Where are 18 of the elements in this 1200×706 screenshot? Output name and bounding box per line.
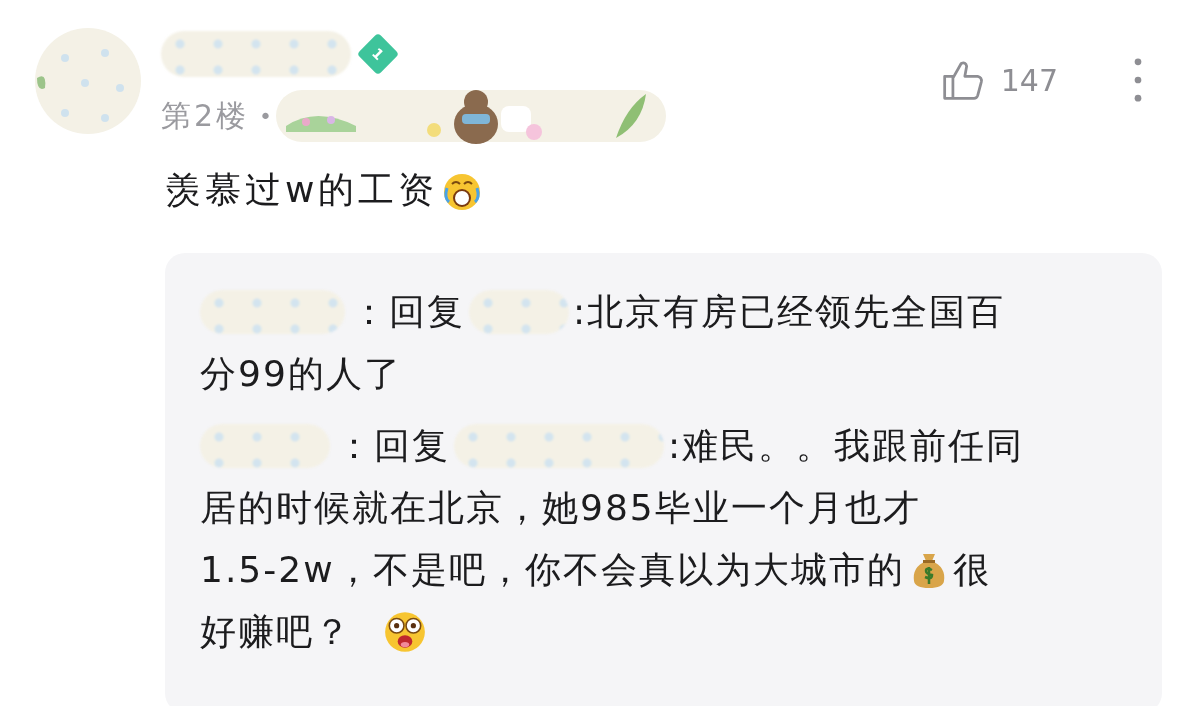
- reply-text: 居的时候就在北京，她985毕业一个月也才: [200, 486, 921, 530]
- separator-dot: •: [259, 103, 273, 129]
- reply-text: ：: [351, 290, 389, 334]
- floor-label: 第2楼: [161, 96, 250, 135]
- like-count: 147: [1000, 62, 1058, 98]
- reply-text: 好赚吧？: [200, 610, 352, 654]
- reply-text: 回复: [389, 290, 465, 334]
- amazed-face-icon: [382, 609, 428, 655]
- reply-text: 1.5-2w，不是吧，你不会真以为大城市的: [200, 548, 905, 592]
- level-badge: 1: [356, 32, 400, 76]
- reply-text: ：: [336, 424, 374, 468]
- reply-text: :难民。。我跟前任同: [668, 424, 1025, 468]
- reply-text: 分99的人了: [200, 352, 402, 396]
- reply-text: 很: [952, 548, 991, 592]
- reply-text: :北京有房已经领先全国百: [573, 290, 1006, 334]
- more-icon[interactable]: [1134, 58, 1142, 102]
- comment-text: 羡慕过w的工资: [165, 168, 439, 212]
- reply-text: 回复: [374, 424, 450, 468]
